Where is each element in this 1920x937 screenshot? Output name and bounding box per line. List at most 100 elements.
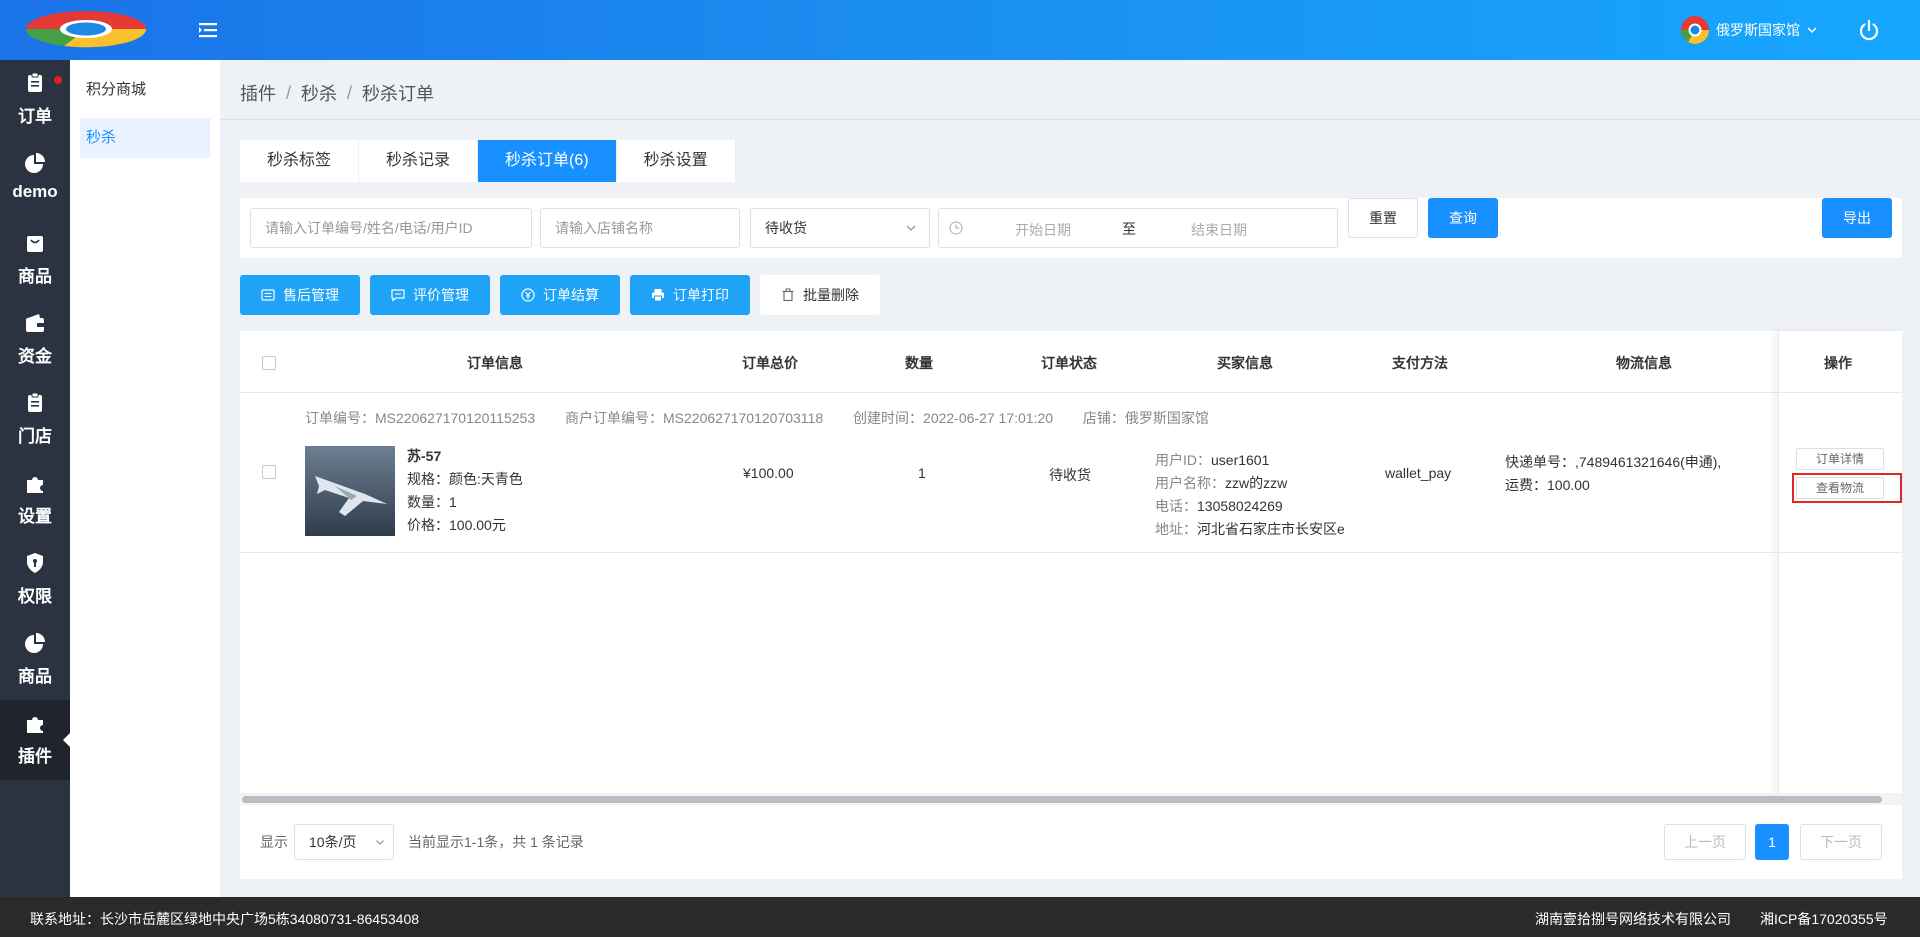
buyer-phone-key: 电话：	[1155, 498, 1197, 514]
page-number-current[interactable]: 1	[1755, 824, 1789, 860]
header-order-total: 订单总价	[742, 355, 798, 371]
settle-button[interactable]: 订单结算	[500, 275, 620, 315]
select-all-checkbox[interactable]	[262, 356, 276, 370]
end-date-input[interactable]: 结束日期	[1191, 220, 1247, 240]
breadcrumb: 插件 / 秒杀 / 秒杀订单	[240, 80, 434, 106]
breadcrumb-item[interactable]: 秒杀	[301, 80, 337, 106]
nav-item-stores[interactable]: 门店	[0, 380, 70, 460]
buyer-phone: 13058024269	[1197, 498, 1283, 514]
pie-chart-icon	[25, 153, 45, 173]
brand-logo[interactable]	[24, 8, 148, 50]
start-date-input[interactable]: 开始日期	[1015, 220, 1071, 240]
prev-page-button[interactable]: 上一页	[1664, 824, 1746, 860]
menu-toggle-icon[interactable]	[196, 18, 220, 42]
nav-item-funds[interactable]: 资金	[0, 300, 70, 380]
clipboard-icon	[28, 72, 42, 92]
nav-label: 资金	[18, 347, 52, 366]
pagination-info: 显示 10条/页 当前显示1-1条，共 1 条记录	[260, 824, 584, 860]
nav-item-permissions[interactable]: 权限	[0, 540, 70, 620]
after-sale-button[interactable]: 售后管理	[240, 275, 360, 315]
nav-item-goods-2[interactable]: 商品	[0, 620, 70, 700]
scrollbar-thumb[interactable]	[242, 796, 1882, 803]
notification-dot	[54, 76, 62, 84]
header-logistics-info: 物流信息	[1616, 355, 1672, 371]
product-count: 数量：1	[407, 494, 457, 510]
store-clipboard-icon	[28, 392, 42, 412]
product-spec: 规格：颜色:天青色	[407, 471, 523, 487]
breadcrumb-item[interactable]: 插件	[240, 80, 276, 106]
horizontal-scrollbar[interactable]	[240, 793, 1902, 805]
buyer-id-key: 用户ID：	[1155, 452, 1211, 468]
footer-address: 联系地址：长沙市岳麓区绿地中央广场5栋34080731-86453408	[30, 911, 420, 927]
product-price: 价格：100.00元	[407, 517, 506, 533]
chevron-down-icon	[1807, 27, 1817, 34]
user-menu[interactable]: 俄罗斯国家馆	[1680, 14, 1818, 46]
power-icon[interactable]	[1856, 17, 1882, 43]
order-detail-button[interactable]: 订单详情	[1796, 448, 1884, 470]
trash-icon	[782, 288, 794, 302]
show-label: 显示	[260, 834, 288, 850]
nav-item-settings[interactable]: 设置	[0, 460, 70, 540]
highlight-box	[1792, 473, 1902, 503]
nav-item-goods[interactable]: 商品	[0, 220, 70, 300]
product-image[interactable]	[305, 446, 395, 536]
breadcrumb-bar: 插件 / 秒杀 / 秒杀订单	[220, 60, 1920, 120]
nav-label: 设置	[18, 507, 52, 526]
created-time: 创建时间：2022-06-27 17:01:20	[853, 410, 1054, 426]
subnav-item-points-mall[interactable]: 积分商城	[80, 70, 210, 110]
tab-flash-sale-records[interactable]: 秒杀记录	[359, 140, 479, 182]
order-search-input[interactable]: 请输入订单编号/姓名/电话/用户ID	[250, 208, 532, 248]
query-button[interactable]: 查询	[1428, 198, 1498, 238]
buyer-id: user1601	[1211, 452, 1270, 468]
row-divider	[240, 552, 1902, 553]
order-store: 店铺：俄罗斯国家馆	[1082, 410, 1209, 426]
nav-label: 权限	[18, 587, 52, 606]
tab-flash-sale-orders[interactable]: 秒杀订单(6)	[478, 140, 617, 182]
print-button[interactable]: 订单打印	[630, 275, 750, 315]
review-label: 评价管理	[413, 287, 469, 303]
header-quantity: 数量	[905, 355, 933, 371]
footer-icp[interactable]: 湘ICP备17020355号	[1760, 909, 1888, 929]
freight-fee: 运费：100.00	[1505, 477, 1590, 493]
product-info: 苏-57 规格：颜色:天青色 数量：1 价格：100.00元	[407, 445, 523, 537]
product-name[interactable]: 苏-57	[407, 445, 523, 468]
yen-coin-icon	[521, 288, 535, 302]
order-quantity: 1	[918, 465, 926, 481]
header-order-info: 订单信息	[467, 355, 523, 371]
nav-label: 订单	[18, 107, 52, 126]
chevron-down-icon	[906, 225, 916, 231]
nav-label: demo	[12, 182, 58, 201]
filter-panel: 请输入订单编号/姓名/电话/用户ID 请输入店铺名称 待收货 开始日期 至 结束…	[240, 198, 1902, 258]
settle-label: 订单结算	[543, 287, 599, 303]
breadcrumb-separator: /	[286, 82, 292, 103]
order-meta-row: 订单编号：MS220627170120115253 商户订单编号：MS22062…	[305, 408, 1235, 428]
store-name: 俄罗斯国家馆	[1716, 22, 1800, 38]
wallet-icon	[26, 314, 44, 332]
tab-flash-sale-tags[interactable]: 秒杀标签	[240, 140, 360, 182]
main-nav: 订单 demo 商品 资金 门店 设置 权限 商品 插件	[0, 60, 71, 897]
pie-chart-icon	[25, 633, 45, 653]
order-number: 订单编号：MS220627170120115253	[305, 410, 536, 426]
date-range-picker[interactable]: 开始日期 至 结束日期	[938, 208, 1338, 248]
reset-button[interactable]: 重置	[1348, 198, 1418, 238]
bag-icon	[27, 236, 43, 252]
export-button[interactable]: 导出	[1822, 198, 1892, 238]
subnav-item-flash-sale[interactable]: 秒杀	[80, 118, 210, 158]
shield-icon	[27, 553, 43, 573]
batch-delete-button[interactable]: 批量删除	[760, 275, 880, 315]
status-select[interactable]: 待收货	[750, 208, 930, 248]
breadcrumb-separator: /	[347, 82, 353, 103]
nav-item-orders[interactable]: 订单	[0, 60, 70, 140]
next-page-button[interactable]: 下一页	[1800, 824, 1882, 860]
header-buyer-info: 买家信息	[1217, 355, 1273, 371]
row-checkbox[interactable]	[262, 465, 276, 479]
review-button[interactable]: 评价管理	[370, 275, 490, 315]
nav-item-demo[interactable]: demo	[0, 140, 70, 220]
page-size-select[interactable]: 10条/页	[294, 824, 394, 860]
sub-nav: 积分商城 秒杀	[70, 60, 220, 897]
tab-flash-sale-settings[interactable]: 秒杀设置	[617, 140, 736, 182]
nav-label: 插件	[18, 747, 52, 766]
nav-item-plugins[interactable]: 插件	[0, 700, 71, 780]
list-icon	[261, 289, 275, 301]
store-search-input[interactable]: 请输入店铺名称	[540, 208, 740, 248]
